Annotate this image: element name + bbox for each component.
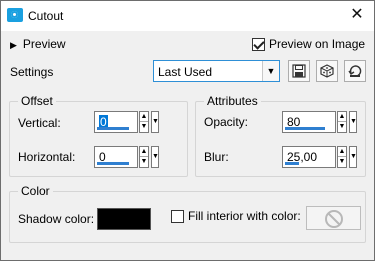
reset-button[interactable] xyxy=(344,60,366,82)
randomize-button[interactable] xyxy=(316,60,338,82)
vertical-label: Vertical: xyxy=(18,116,61,130)
window-title: Cutout xyxy=(28,9,64,23)
shadow-color-swatch[interactable] xyxy=(97,208,151,230)
spin-down-icon[interactable]: ▼ xyxy=(338,157,346,167)
app-icon xyxy=(7,8,23,22)
fill-interior-checkbox[interactable]: Fill interior with color: xyxy=(171,209,301,224)
blur-spinner[interactable]: ▲ ▼ xyxy=(337,146,347,168)
spin-down-icon[interactable]: ▼ xyxy=(140,122,148,132)
save-icon xyxy=(292,64,306,78)
title-bar: Cutout ✕ xyxy=(1,1,374,31)
settings-selected-value: Last Used xyxy=(158,65,213,79)
chevron-down-icon[interactable]: ▼ xyxy=(262,61,279,81)
spin-down-icon[interactable]: ▼ xyxy=(140,157,148,167)
reset-icon xyxy=(348,65,362,77)
blur-slider-bar xyxy=(285,162,299,165)
triangle-right-icon: ▶ xyxy=(10,40,17,50)
vertical-slider-bar xyxy=(97,127,129,130)
blur-popout-button[interactable]: ▼ xyxy=(349,146,357,168)
settings-label: Settings xyxy=(10,65,54,79)
cutout-dialog: Cutout ✕ ▶ Preview Preview on Image Setti… xyxy=(0,0,375,261)
horizontal-label: Horizontal: xyxy=(18,150,76,164)
horizontal-spinner[interactable]: ▲ ▼ xyxy=(139,146,149,168)
spin-up-icon[interactable]: ▲ xyxy=(338,112,346,122)
disabled-icon xyxy=(325,210,343,228)
checkbox-checked-icon[interactable] xyxy=(252,38,265,52)
color-group-label: Color xyxy=(18,184,53,198)
save-preset-button[interactable] xyxy=(288,60,310,82)
opacity-input[interactable]: 80 xyxy=(282,111,336,133)
blur-input[interactable]: 25,00 xyxy=(282,146,336,168)
randomize-icon xyxy=(320,64,334,78)
horizontal-input[interactable]: 0 xyxy=(94,146,138,168)
close-button[interactable]: ✕ xyxy=(346,4,368,26)
fill-interior-label: Fill interior with color: xyxy=(188,209,301,223)
preview-toggle[interactable]: ▶ Preview xyxy=(10,37,66,51)
attributes-group-label: Attributes xyxy=(204,94,261,108)
fill-color-swatch[interactable] xyxy=(306,206,361,230)
spin-up-icon[interactable]: ▲ xyxy=(140,112,148,122)
blur-label: Blur: xyxy=(204,150,229,164)
spin-up-icon[interactable]: ▲ xyxy=(338,147,346,157)
vertical-input[interactable]: 0 xyxy=(94,111,138,133)
horizontal-popout-button[interactable]: ▼ xyxy=(151,146,159,168)
preview-on-image-checkbox[interactable]: Preview on Image xyxy=(252,37,366,52)
opacity-popout-button[interactable]: ▼ xyxy=(349,111,357,133)
shadow-color-label: Shadow color: xyxy=(18,212,95,226)
vertical-popout-button[interactable]: ▼ xyxy=(151,111,159,133)
offset-group-label: Offset xyxy=(18,94,56,108)
opacity-label: Opacity: xyxy=(204,115,249,129)
preview-toggle-label: Preview xyxy=(22,37,66,51)
opacity-spinner[interactable]: ▲ ▼ xyxy=(337,111,347,133)
spin-up-icon[interactable]: ▲ xyxy=(140,147,148,157)
horizontal-slider-bar xyxy=(97,162,129,165)
opacity-slider-bar xyxy=(285,127,325,130)
checkbox-unchecked-icon[interactable] xyxy=(171,210,184,224)
vertical-spinner[interactable]: ▲ ▼ xyxy=(139,111,149,133)
settings-dropdown[interactable]: Last Used ▼ xyxy=(153,60,280,82)
preview-on-image-label: Preview on Image xyxy=(269,37,366,51)
spin-down-icon[interactable]: ▼ xyxy=(338,122,346,132)
